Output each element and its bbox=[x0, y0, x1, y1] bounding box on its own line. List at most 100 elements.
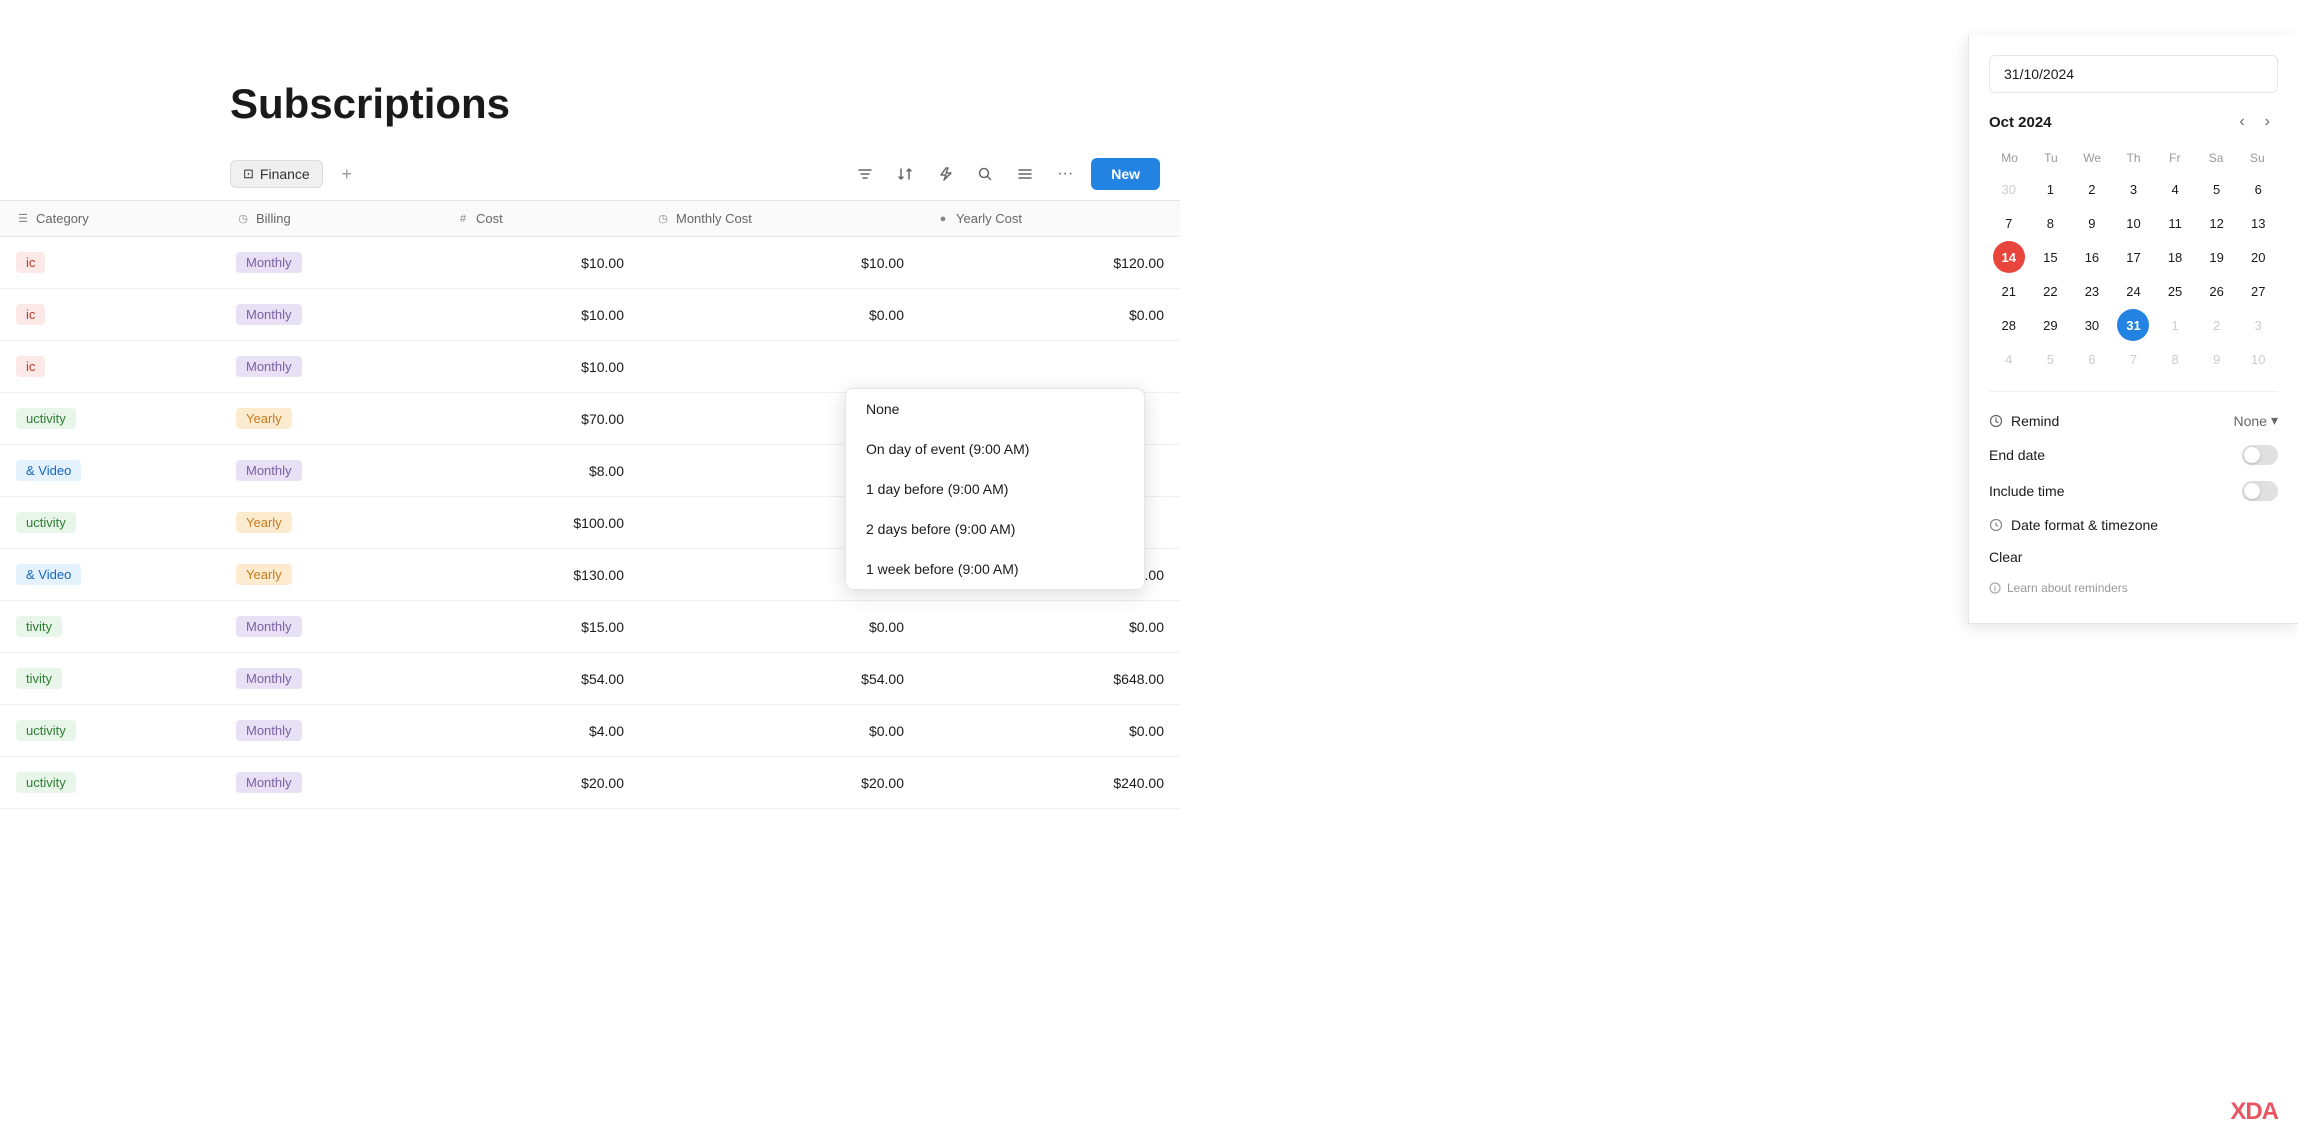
calendar-day[interactable]: 4 bbox=[2159, 173, 2191, 205]
cell-billing: Monthly bbox=[220, 346, 440, 387]
include-time-row: Include time bbox=[1989, 473, 2278, 509]
calendar-day[interactable]: 14 bbox=[1993, 241, 2025, 273]
calendar-day[interactable]: 8 bbox=[2159, 343, 2191, 375]
calendar-day[interactable]: 1 bbox=[2034, 173, 2066, 205]
table-row[interactable]: ic Monthly $10.00 bbox=[0, 341, 1180, 393]
table-row[interactable]: ic Monthly $10.00 $10.00 $120.00 bbox=[0, 237, 1180, 289]
cell-yearly-cost: $0.00 bbox=[920, 713, 1180, 749]
cell-billing: Monthly bbox=[220, 294, 440, 335]
calendar-day[interactable]: 12 bbox=[2201, 207, 2233, 239]
cell-monthly-cost: $0.00 bbox=[640, 713, 920, 749]
cell-yearly-cost: $648.00 bbox=[920, 661, 1180, 697]
calendar-day[interactable]: 7 bbox=[2117, 343, 2149, 375]
table-row[interactable]: uctivity Monthly $4.00 $0.00 $0.00 bbox=[0, 705, 1180, 757]
cell-category: & Video bbox=[0, 554, 220, 595]
new-button[interactable]: New bbox=[1091, 158, 1160, 190]
billing-tag: Monthly bbox=[236, 252, 302, 273]
clear-button[interactable]: Clear bbox=[1989, 541, 2278, 573]
search-icon[interactable] bbox=[971, 160, 999, 188]
remind-icon bbox=[1989, 414, 2003, 428]
calendar-day[interactable]: 28 bbox=[1993, 309, 2025, 341]
calendar-day[interactable]: 10 bbox=[2117, 207, 2149, 239]
cell-billing: Yearly bbox=[220, 554, 440, 595]
lightning-icon[interactable] bbox=[931, 160, 959, 188]
remind-value[interactable]: None ▾ bbox=[2234, 412, 2279, 429]
filter-icon[interactable] bbox=[851, 160, 879, 188]
dropdown-item[interactable]: 2 days before (9:00 AM) bbox=[846, 509, 1144, 549]
dropdown-item[interactable]: 1 day before (9:00 AM) bbox=[846, 469, 1144, 509]
cell-category: ic bbox=[0, 346, 220, 387]
col-header-billing: ◷ Billing bbox=[220, 201, 440, 236]
cell-billing: Monthly bbox=[220, 242, 440, 283]
calendar-day[interactable]: 31 bbox=[2117, 309, 2149, 341]
calendar-day[interactable]: 21 bbox=[1993, 275, 2025, 307]
end-date-toggle[interactable] bbox=[2242, 445, 2278, 465]
calendar-day[interactable]: 26 bbox=[2201, 275, 2233, 307]
more-icon[interactable]: ··· bbox=[1051, 160, 1079, 188]
date-format-icon bbox=[1989, 518, 2003, 532]
dropdown-item[interactable]: None bbox=[846, 389, 1144, 429]
calendar-day[interactable]: 29 bbox=[2034, 309, 2066, 341]
calendar-day[interactable]: 6 bbox=[2076, 343, 2108, 375]
calendar-day[interactable]: 13 bbox=[2242, 207, 2274, 239]
calendar-day[interactable]: 3 bbox=[2242, 309, 2274, 341]
cell-category: ic bbox=[0, 294, 220, 335]
calendar-day[interactable]: 3 bbox=[2117, 173, 2149, 205]
calendar-day[interactable]: 1 bbox=[2159, 309, 2191, 341]
table-row[interactable]: uctivity Monthly $20.00 $20.00 $240.00 bbox=[0, 757, 1180, 809]
calendar-prev-button[interactable]: ‹ bbox=[2231, 109, 2252, 135]
calendar-day[interactable]: 30 bbox=[2076, 309, 2108, 341]
calendar-day[interactable]: 25 bbox=[2159, 275, 2191, 307]
include-time-toggle[interactable] bbox=[2242, 481, 2278, 501]
calendar-day[interactable]: 16 bbox=[2076, 241, 2108, 273]
learn-row[interactable]: Learn about reminders bbox=[1989, 573, 2278, 603]
calendar-day[interactable]: 4 bbox=[1993, 343, 2025, 375]
calendar-day[interactable]: 6 bbox=[2242, 173, 2274, 205]
calendar-options: Remind None ▾ End date Include time Date… bbox=[1989, 391, 2278, 603]
calendar-day[interactable]: 23 bbox=[2076, 275, 2108, 307]
add-tab-button[interactable]: + bbox=[335, 162, 359, 186]
calendar-day[interactable]: 27 bbox=[2242, 275, 2274, 307]
cell-category: ic bbox=[0, 242, 220, 283]
table-row[interactable]: tivity Monthly $54.00 $54.00 $648.00 bbox=[0, 653, 1180, 705]
remind-row: Remind None ▾ bbox=[1989, 404, 2278, 437]
calendar-day[interactable]: 17 bbox=[2117, 241, 2149, 273]
calendar-day[interactable]: 10 bbox=[2242, 343, 2274, 375]
calendar-day[interactable]: 9 bbox=[2201, 343, 2233, 375]
cell-category: uctivity bbox=[0, 762, 220, 803]
dropdown-item[interactable]: 1 week before (9:00 AM) bbox=[846, 549, 1144, 589]
calendar-day[interactable]: 11 bbox=[2159, 207, 2191, 239]
dropdown-item[interactable]: On day of event (9:00 AM) bbox=[846, 429, 1144, 469]
calendar-week-header: Tu bbox=[2030, 147, 2071, 169]
monthly-col-icon: ◷ bbox=[656, 212, 670, 226]
calendar-day[interactable]: 2 bbox=[2201, 309, 2233, 341]
category-tag: uctivity bbox=[16, 720, 76, 741]
calendar-day[interactable]: 22 bbox=[2034, 275, 2066, 307]
calendar-day[interactable]: 5 bbox=[2034, 343, 2066, 375]
calendar-day[interactable]: 2 bbox=[2076, 173, 2108, 205]
sort-icon[interactable] bbox=[891, 160, 919, 188]
calendar-day[interactable]: 20 bbox=[2242, 241, 2274, 273]
calendar-day[interactable]: 5 bbox=[2201, 173, 2233, 205]
calendar-next-button[interactable]: › bbox=[2257, 109, 2278, 135]
calendar-day[interactable]: 9 bbox=[2076, 207, 2108, 239]
cell-monthly-cost: $0.00 bbox=[640, 609, 920, 645]
remind-label: Remind bbox=[1989, 413, 2059, 429]
table-row[interactable]: ic Monthly $10.00 $0.00 $0.00 bbox=[0, 289, 1180, 341]
calendar-day[interactable]: 18 bbox=[2159, 241, 2191, 273]
table-row[interactable]: tivity Monthly $15.00 $0.00 $0.00 bbox=[0, 601, 1180, 653]
calendar-day[interactable]: 19 bbox=[2201, 241, 2233, 273]
calendar-day[interactable]: 7 bbox=[1993, 207, 2025, 239]
settings-icon[interactable] bbox=[1011, 160, 1039, 188]
cell-monthly-cost: $54.00 bbox=[640, 661, 920, 697]
finance-filter-tab[interactable]: ⊡ Finance bbox=[230, 160, 323, 188]
calendar-day[interactable]: 30 bbox=[1993, 173, 2025, 205]
calendar-day[interactable]: 8 bbox=[2034, 207, 2066, 239]
date-input[interactable] bbox=[1989, 55, 2278, 93]
calendar-days-grid: 3012345678910111213141516171819202122232… bbox=[1989, 173, 2278, 375]
calendar-day[interactable]: 15 bbox=[2034, 241, 2066, 273]
calendar-week-header: Sa bbox=[2195, 147, 2236, 169]
calendar-day[interactable]: 24 bbox=[2117, 275, 2149, 307]
calendar-week-header: Su bbox=[2237, 147, 2278, 169]
date-format-row[interactable]: Date format & timezone bbox=[1989, 509, 2278, 541]
